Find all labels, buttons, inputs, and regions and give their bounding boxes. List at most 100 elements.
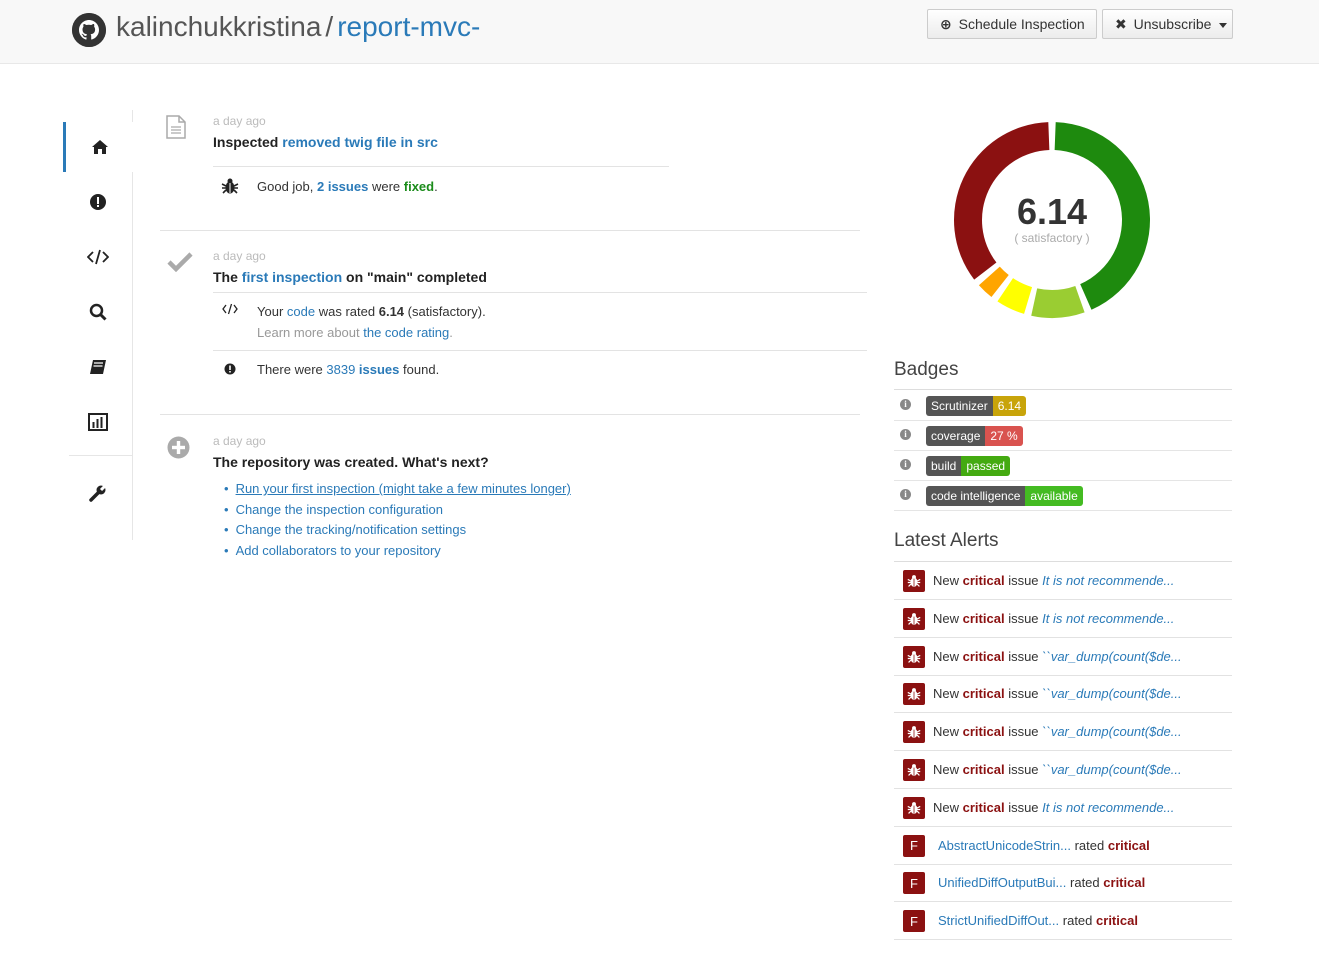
severity-critical: critical — [962, 724, 1005, 740]
badge-row[interactable]: i build passed — [894, 451, 1232, 481]
bug-icon — [903, 796, 925, 819]
badge-row[interactable]: i Scrutinizer 6.14 — [894, 391, 1232, 421]
todo-label: Add collaborators to your repository — [235, 542, 441, 558]
alert-row[interactable]: F UnifiedDiffOutputBui... rated critical — [894, 864, 1232, 903]
owner-name[interactable]: kalinchukkristina — [116, 11, 321, 42]
severity-critical: critical — [962, 648, 1005, 664]
bug-icon — [903, 759, 925, 781]
badge-row[interactable]: i coverage 27 % — [894, 421, 1232, 451]
badge-row[interactable]: i code intelligence available — [894, 481, 1232, 511]
badge-label: coverage — [926, 426, 986, 446]
text-on-main-completed: on "main" completed — [346, 269, 487, 285]
class-link[interactable]: AbstractUnicodeStrin... — [938, 838, 1071, 853]
run-inspection-link[interactable]: Run your first inspection (might take a … — [224, 479, 571, 500]
nav-statistics[interactable] — [63, 397, 133, 447]
divider — [213, 350, 867, 351]
fixed-issues-link[interactable]: 2 issues — [317, 179, 368, 194]
text-new: New — [933, 573, 960, 588]
class-link[interactable]: UnifiedDiffOutputBui... — [938, 875, 1066, 890]
code-rating-text: Your code was rated 6.14 (satisfactory). — [257, 304, 486, 319]
add-collaborators-link[interactable]: Add collaborators to your repository — [224, 541, 571, 562]
nav-home[interactable] — [63, 122, 133, 172]
exclamation-circle-icon — [224, 363, 236, 375]
issue-link[interactable]: It is not recommende... — [1042, 573, 1174, 588]
class-link[interactable]: StrictUnifiedDiffOut... — [938, 913, 1059, 928]
nav-code[interactable] — [63, 232, 133, 282]
badge-label: build — [926, 456, 962, 476]
event-timestamp: a day ago — [213, 434, 266, 448]
inspection-config-link[interactable]: Change the inspection configuration — [224, 500, 571, 521]
grade-f-badge: F — [903, 834, 925, 857]
info-icon[interactable]: i — [900, 429, 911, 440]
issue-link[interactable]: ``var_dump(count($de... — [1042, 724, 1181, 739]
text-were: were — [371, 179, 401, 194]
build-badge[interactable]: build passed — [926, 456, 1011, 476]
wrench-icon — [89, 484, 107, 502]
home-icon — [91, 140, 108, 154]
code-rating-link[interactable]: the code rating — [363, 325, 449, 340]
code-intelligence-badge[interactable]: code intelligence available — [926, 486, 1083, 506]
text-rated: rated — [1070, 875, 1100, 891]
plus-circle-icon — [167, 436, 190, 459]
info-icon[interactable]: i — [900, 399, 911, 410]
nav-search[interactable] — [63, 287, 133, 337]
code-icon — [222, 303, 238, 315]
issue-link[interactable]: ``var_dump(count($de... — [1042, 686, 1181, 701]
badge-value: available — [1025, 486, 1083, 506]
info-icon[interactable]: i — [900, 459, 911, 470]
donut-segment-satisfactory — [997, 278, 1033, 314]
alert-row[interactable]: New critical issue It is not recommende.… — [894, 600, 1232, 638]
grade-f-badge: F — [903, 910, 925, 933]
issues-count: 3839 — [326, 362, 356, 377]
issue-link[interactable]: ``var_dump(count($de... — [1042, 649, 1181, 664]
badge-value: 27 % — [985, 426, 1023, 446]
unsubscribe-button[interactable]: ✖ Unsubscribe — [1102, 9, 1233, 39]
schedule-inspection-button[interactable]: ⊕ Schedule Inspection — [927, 9, 1097, 39]
nav-issues[interactable] — [63, 177, 133, 227]
grade-f-badge: F — [903, 872, 925, 895]
alert-row[interactable]: F StrictUnifiedDiffOut... rated critical — [894, 902, 1232, 941]
info-icon[interactable]: i — [900, 489, 911, 500]
donut-segment-good — [1031, 286, 1085, 318]
issue-link[interactable]: It is not recommende... — [1042, 800, 1174, 815]
file-icon — [166, 115, 186, 139]
divider — [213, 292, 867, 293]
inspection-link[interactable]: removed twig file in src — [282, 134, 438, 150]
text-issue: issue — [1008, 799, 1039, 815]
alert-row[interactable]: New critical issue ``var_dump(count($de.… — [894, 675, 1232, 714]
unsubscribe-label: Unsubscribe — [1133, 16, 1212, 32]
text-new: New — [933, 686, 960, 702]
alert-row[interactable]: New critical issue ``var_dump(count($de.… — [894, 638, 1232, 676]
alert-row[interactable]: New critical issue It is not recommende.… — [894, 789, 1232, 827]
notification-settings-link[interactable]: Change the tracking/notification setting… — [224, 520, 571, 541]
code-link[interactable]: code — [287, 304, 315, 319]
alert-row[interactable]: New critical issue ``var_dump(count($de.… — [894, 713, 1232, 752]
top-bar: kalinchukkristina / report-mvc- ⊕ Schedule… — [0, 0, 1319, 64]
alert-row[interactable]: New critical issue ``var_dump(count($de.… — [894, 751, 1232, 789]
bar-chart-icon — [88, 413, 108, 431]
alert-text: New critical issue It is not recommende.… — [933, 800, 1174, 815]
coverage-badge[interactable]: coverage 27 % — [926, 426, 1023, 446]
learn-more-text: Learn more about the code rating. — [257, 325, 453, 340]
issue-link[interactable]: It is not recommende... — [1042, 611, 1174, 626]
repo-name-link[interactable]: report-mvc- — [337, 11, 480, 42]
alert-row[interactable]: F AbstractUnicodeStrin... rated critical — [894, 827, 1232, 865]
next-steps-list: Run your first inspection (might take a … — [224, 479, 571, 561]
divider — [213, 166, 669, 167]
issues-count-link[interactable]: 3839 issues — [326, 362, 399, 377]
alert-row[interactable]: New critical issue It is not recommende.… — [894, 562, 1232, 600]
nav-docs[interactable] — [63, 342, 133, 392]
severity-critical: critical — [1096, 913, 1138, 929]
scrutinizer-badge[interactable]: Scrutinizer 6.14 — [926, 396, 1027, 416]
nav-settings[interactable] — [63, 468, 133, 518]
text-issue: issue — [1008, 686, 1039, 702]
event-timestamp: a day ago — [213, 249, 266, 263]
first-inspection-link[interactable]: first inspection — [242, 269, 342, 285]
text-found: found. — [403, 362, 440, 377]
code-icon — [87, 249, 109, 265]
book-icon — [90, 360, 106, 374]
alert-text: UnifiedDiffOutputBui... rated critical — [938, 875, 1145, 890]
text-the: The — [213, 269, 238, 285]
issue-link[interactable]: ``var_dump(count($de... — [1042, 762, 1181, 777]
github-icon[interactable] — [72, 13, 106, 47]
